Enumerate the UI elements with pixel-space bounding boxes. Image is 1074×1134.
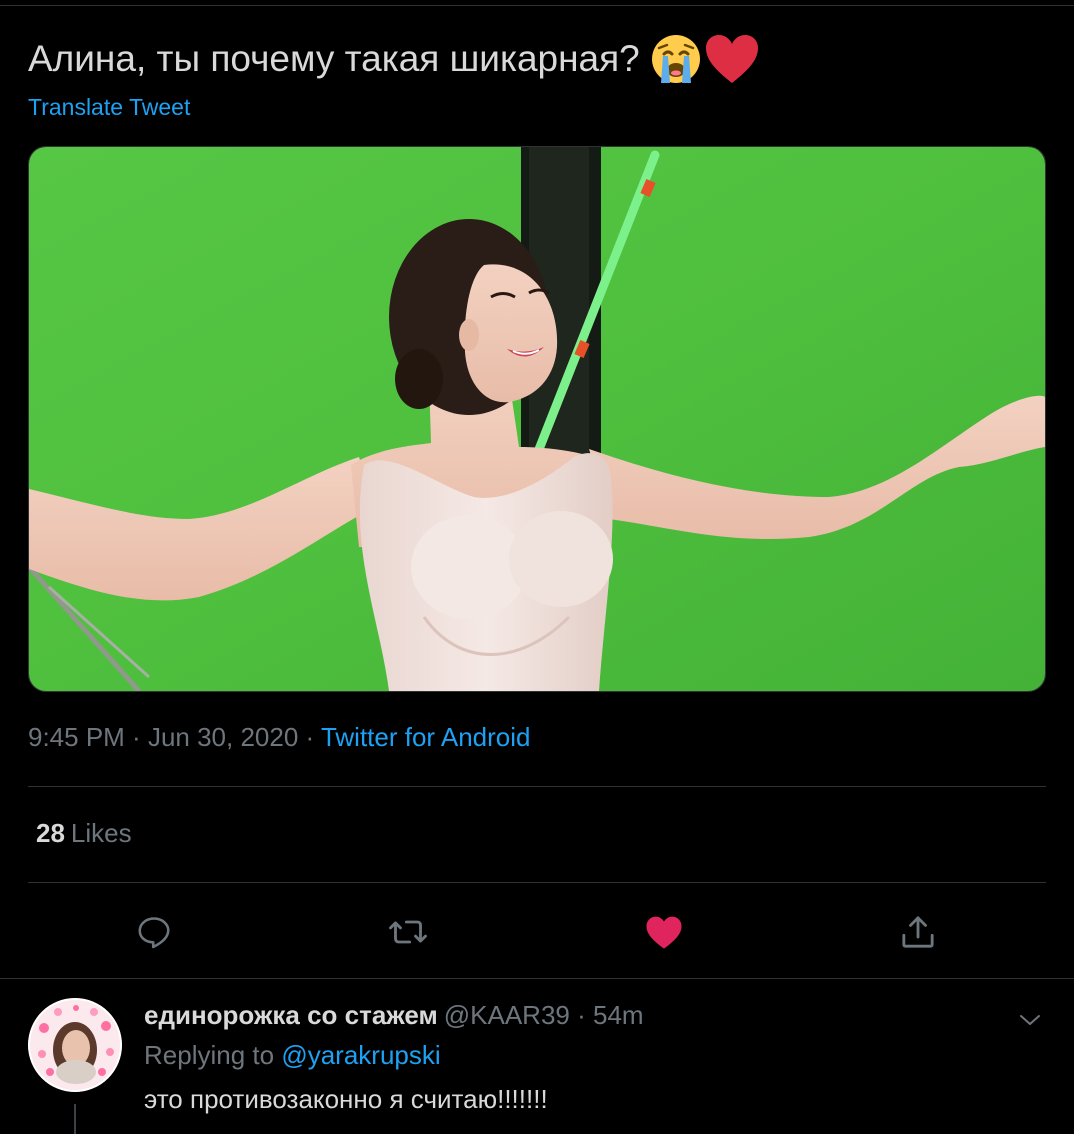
retweet-button[interactable] — [384, 908, 432, 956]
avatar-image — [28, 998, 122, 1092]
likes-count: 28 — [36, 818, 65, 848]
photo-skater-green-screen — [29, 147, 1045, 691]
tweet-date[interactable]: Jun 30, 2020 — [148, 722, 298, 752]
share-button[interactable] — [894, 908, 942, 956]
red-heart-emoji-icon — [705, 35, 758, 83]
section-divider — [0, 978, 1074, 979]
divider — [28, 882, 1046, 883]
thread-line — [74, 1104, 76, 1134]
reply-display-name[interactable]: единорожка со стажем — [144, 1000, 438, 1030]
like-icon — [646, 916, 682, 949]
reply-button[interactable] — [130, 908, 178, 956]
replying-to: Replying to @yarakrupski — [144, 1040, 441, 1071]
replying-mention-link[interactable]: @yarakrupski — [281, 1040, 440, 1070]
tweet-photo[interactable] — [28, 146, 1046, 692]
like-button[interactable] — [640, 908, 688, 956]
meta-separator: · — [298, 722, 321, 752]
share-icon — [902, 916, 934, 948]
chevron-down-icon — [1020, 1015, 1040, 1025]
reply-header: единорожка со стажем @KAAR39 · 54m — [144, 1000, 644, 1031]
meta-separator: · — [124, 722, 148, 752]
reply-handle[interactable]: @KAAR39 — [444, 1000, 570, 1030]
reply-icon — [138, 917, 170, 949]
translate-tweet-link[interactable]: Translate Tweet — [28, 94, 190, 121]
reply-separator: · — [577, 1000, 586, 1030]
tweet-meta: 9:45 PM · Jun 30, 2020 · Twitter for And… — [28, 722, 530, 753]
replying-prefix: Replying to — [144, 1040, 282, 1070]
tweet-time[interactable]: 9:45 PM — [28, 722, 125, 752]
top-divider — [0, 5, 1074, 6]
reply-time[interactable]: 54m — [593, 1000, 644, 1030]
likes-label: Likes — [70, 818, 132, 848]
tweet-text: Алина, ты почему такая шикарная? — [28, 30, 760, 88]
tweet-text-content: Алина, ты почему такая шикарная? — [28, 38, 640, 79]
more-options-button[interactable] — [1012, 1002, 1048, 1038]
avatar[interactable] — [28, 998, 122, 1092]
tweet-source-link[interactable]: Twitter for Android — [321, 722, 531, 752]
loudly-crying-face-emoji-icon — [651, 35, 700, 83]
divider — [28, 786, 1046, 787]
retweet-icon — [389, 920, 427, 944]
reply-text: это противозаконно я считаю!!!!!!! — [144, 1084, 548, 1114]
likes-stat[interactable]: 28 Likes — [36, 818, 132, 849]
